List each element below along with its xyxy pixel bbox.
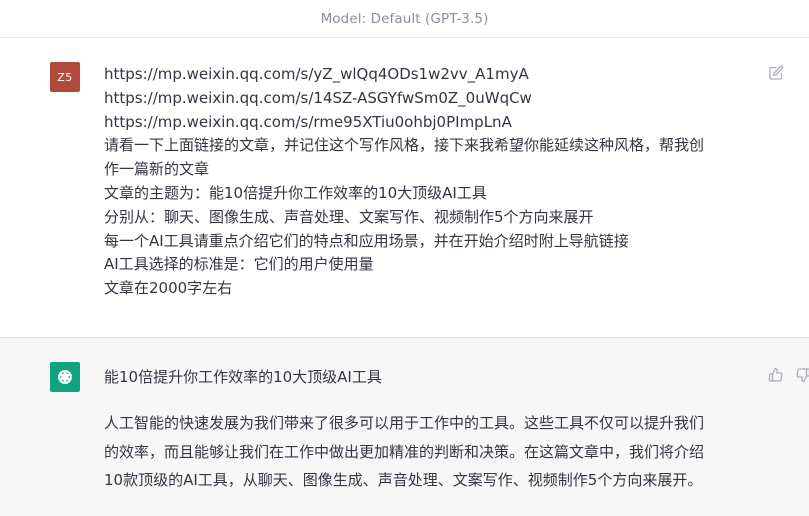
message-line: 文章在2000字左右 bbox=[104, 279, 233, 298]
message-line: 作一篇新的文章 bbox=[104, 160, 210, 179]
user-message: Z5 https://mp.weixin.qq.com/s/yZ_wlQq4OD… bbox=[0, 38, 809, 338]
assistant-title: 能10倍提升你工作效率的10大顶级AI工具 bbox=[104, 368, 382, 386]
message-line: https://mp.weixin.qq.com/s/rme95XTiu0ohb… bbox=[104, 112, 512, 131]
model-header: Model: Default (GPT-3.5) bbox=[0, 0, 809, 38]
assistant-message: 能10倍提升你工作效率的10大顶级AI工具 人工智能的快速发展为我们带来了很多可… bbox=[0, 338, 809, 516]
message-line: https://mp.weixin.qq.com/s/14SZ-ASGYfwSm… bbox=[104, 88, 532, 107]
user-message-text: https://mp.weixin.qq.com/s/yZ_wlQq4ODs1w… bbox=[104, 63, 754, 301]
message-line: 文章的主题为：能10倍提升你工作效率的10大顶级AI工具 bbox=[104, 183, 487, 202]
message-line: 每一个AI工具请重点介绍它们的特点和应用场景，并在开始介绍时附上导航链接 bbox=[104, 231, 629, 250]
edit-icon[interactable] bbox=[768, 65, 784, 81]
paragraph-line: 10款顶级的AI工具，从聊天、图像生成、声音处理、文案写作、视频制作5个方向来展… bbox=[104, 471, 703, 490]
message-line: 分别从：聊天、图像生成、声音处理、文案写作、视频制作5个方向来展开 bbox=[104, 207, 594, 226]
user-avatar-initials: Z5 bbox=[57, 70, 73, 84]
message-line: 请看一下上面链接的文章，并记住这个写作风格，接下来我希望你能延续这种风格，帮我创 bbox=[104, 136, 705, 155]
paragraph-line: 人工智能的快速发展为我们带来了很多可以用于工作中的工具。这些工具不仅可以提升我们 bbox=[104, 414, 705, 432]
assistant-paragraph: 人工智能的快速发展为我们带来了很多可以用于工作中的工具。这些工具不仅可以提升我们… bbox=[104, 409, 754, 495]
model-label: Model: Default (GPT-3.5) bbox=[320, 10, 489, 27]
message-line: AI工具选择的标准是：它们的用户使用量 bbox=[104, 255, 374, 274]
thumbs-down-icon[interactable] bbox=[795, 367, 809, 383]
openai-logo-icon bbox=[50, 362, 80, 392]
message-line: https://mp.weixin.qq.com/s/yZ_wlQq4ODs1w… bbox=[104, 65, 529, 83]
thumbs-up-icon[interactable] bbox=[768, 367, 784, 383]
paragraph-line: 的效率，而且能够让我们在工作中做出更加精准的判断和决策。在这篇文章中，我们将介绍 bbox=[104, 442, 705, 461]
user-avatar: Z5 bbox=[50, 62, 80, 92]
